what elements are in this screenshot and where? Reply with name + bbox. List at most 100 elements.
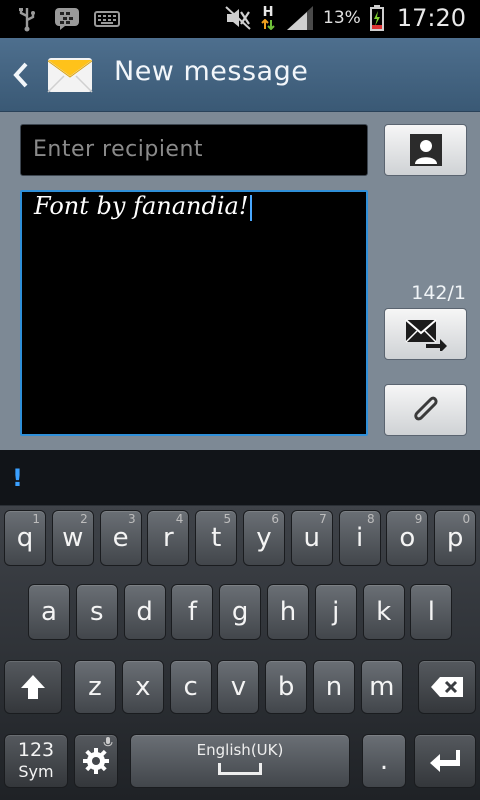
key-i[interactable]: i8	[338, 510, 381, 566]
network-type-icon: H	[259, 5, 277, 31]
key-w[interactable]: w2	[51, 510, 94, 566]
key-label: r	[163, 523, 174, 553]
key-k[interactable]: k	[362, 584, 405, 640]
shift-icon	[21, 675, 45, 699]
key-t[interactable]: t5	[195, 510, 238, 566]
key-j[interactable]: j	[314, 584, 357, 640]
compose-area: Enter recipient Font by fanandia! 142/1	[0, 112, 480, 450]
message-text-content: Font by fanandia!	[34, 192, 249, 220]
mute-icon	[225, 5, 251, 31]
system-icons: H 13% 17:20	[225, 4, 466, 32]
key-p[interactable]: p0	[434, 510, 477, 566]
language-label: English(UK)	[196, 741, 284, 759]
title-bar: New message	[0, 38, 480, 112]
battery-charging-icon	[369, 5, 385, 31]
key-secondary-label: 5	[223, 512, 232, 526]
settings-key[interactable]	[74, 734, 118, 788]
key-x[interactable]: x	[121, 660, 164, 714]
key-label: j	[332, 597, 340, 627]
key-h[interactable]: h	[267, 584, 309, 640]
key-label: a	[41, 597, 57, 627]
key-c[interactable]: c	[169, 660, 212, 714]
key-label: p	[446, 523, 464, 553]
char-counter: 142/1	[411, 282, 466, 304]
space-bar-icon	[218, 763, 262, 775]
recipient-input[interactable]: Enter recipient	[20, 124, 368, 176]
status-bar: H 13% 17:20	[0, 0, 480, 38]
key-label: e	[112, 523, 129, 553]
key-m[interactable]: m	[360, 660, 403, 714]
key-s[interactable]: s	[75, 584, 118, 640]
key-label: k	[376, 597, 392, 627]
attach-button[interactable]	[384, 384, 467, 436]
key-f[interactable]: f	[171, 584, 214, 640]
backspace-key[interactable]	[418, 660, 476, 714]
keyboard-icon	[94, 6, 120, 32]
signal-icon	[285, 5, 315, 31]
key-label: i	[355, 523, 364, 553]
key-secondary-label: 1	[32, 512, 40, 526]
shift-key[interactable]	[4, 660, 62, 714]
sym-key[interactable]: 123 Sym	[4, 734, 68, 788]
enter-icon	[430, 750, 460, 772]
key-label: b	[277, 672, 295, 702]
key-label: x	[135, 672, 151, 702]
key-u[interactable]: u7	[290, 510, 333, 566]
key-n[interactable]: n	[313, 660, 355, 714]
send-icon	[404, 319, 447, 351]
key-y[interactable]: y6	[243, 510, 285, 566]
notification-icons	[14, 6, 120, 32]
gear-icon	[83, 748, 109, 774]
contacts-button[interactable]	[384, 124, 467, 176]
send-button[interactable]	[384, 308, 467, 360]
key-label: c	[183, 672, 198, 702]
enter-key[interactable]	[414, 734, 476, 788]
key-label: s	[90, 597, 104, 627]
message-text: Font by fanandia!	[34, 192, 253, 221]
key-a[interactable]: a	[28, 584, 70, 640]
key-label: o	[399, 523, 416, 553]
key-d[interactable]: d	[123, 584, 166, 640]
suggestion-item[interactable]: !	[12, 464, 23, 492]
key-e[interactable]: e3	[99, 510, 142, 566]
sym-key-label-bottom: Sym	[18, 762, 54, 781]
contact-icon	[409, 134, 442, 166]
key-label: f	[187, 597, 197, 627]
key-label: d	[136, 597, 153, 627]
network-type-label: H	[262, 5, 274, 20]
period-key[interactable]: .	[362, 734, 406, 788]
paperclip-icon	[413, 396, 438, 421]
key-secondary-label: 3	[127, 512, 136, 526]
key-label: m	[369, 672, 395, 702]
keyboard: 123 Sym English(UK) . q1w2e3r4t5y6u7i8o9…	[0, 506, 480, 800]
envelope-icon	[46, 50, 94, 98]
key-g[interactable]: g	[219, 584, 262, 640]
chevron-left-icon	[13, 62, 28, 88]
clock: 17:20	[396, 4, 466, 32]
page-title: New message	[114, 56, 309, 87]
backspace-icon	[431, 677, 463, 697]
key-label: t	[211, 523, 222, 553]
key-secondary-label: 4	[175, 512, 184, 526]
suggestion-strip: !	[0, 450, 480, 506]
key-q[interactable]: q1	[4, 510, 46, 566]
sym-key-label-top: 123	[17, 739, 55, 761]
key-l[interactable]: l	[410, 584, 453, 640]
key-v[interactable]: v	[217, 660, 260, 714]
key-label: q	[16, 523, 34, 553]
key-label: n	[325, 672, 343, 702]
space-key[interactable]: English(UK)	[130, 734, 350, 788]
key-secondary-label: 7	[319, 512, 327, 526]
key-label: y	[256, 523, 272, 553]
key-label: l	[427, 597, 435, 627]
key-label: z	[88, 672, 102, 702]
message-input[interactable]: Font by fanandia!	[20, 190, 368, 436]
key-b[interactable]: b	[265, 660, 308, 714]
microphone-icon	[103, 737, 113, 747]
key-r[interactable]: r4	[147, 510, 190, 566]
key-z[interactable]: z	[74, 660, 116, 714]
key-label: w	[62, 523, 84, 553]
key-label: h	[279, 597, 297, 627]
key-o[interactable]: o9	[386, 510, 429, 566]
back-button[interactable]	[10, 60, 32, 90]
